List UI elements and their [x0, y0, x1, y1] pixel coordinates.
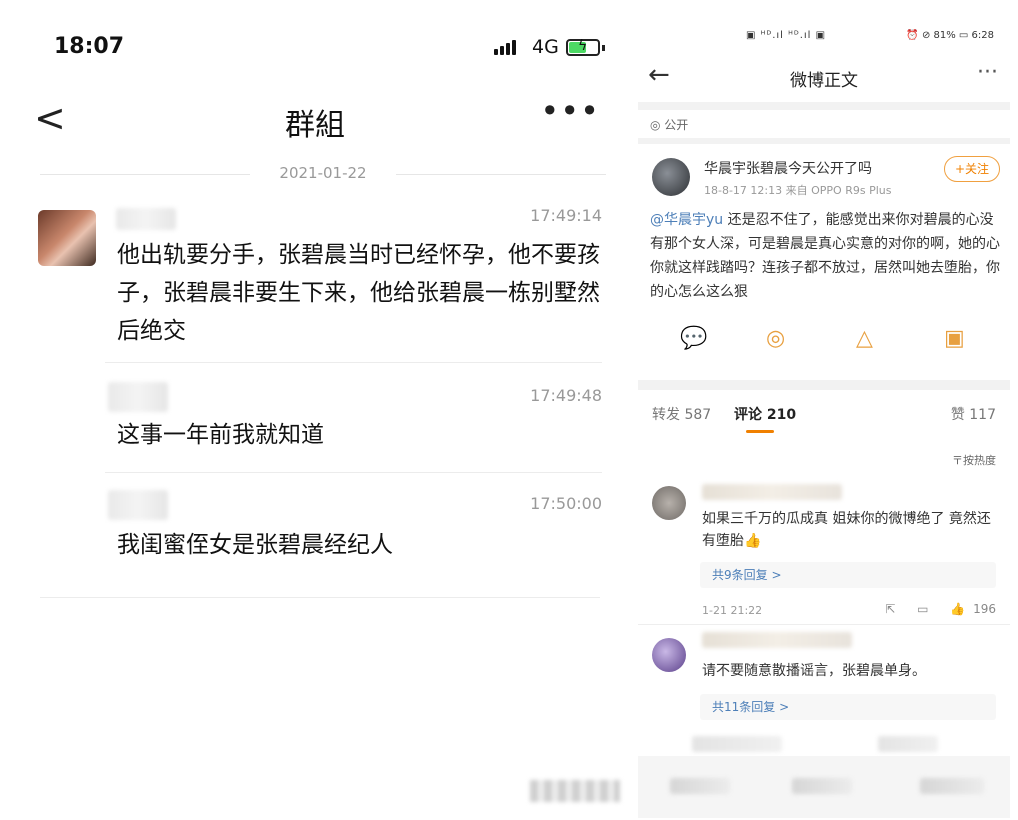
status-bar: ▣ ᴴᴰ.ıl ᴴᴰ.ıl ▣ ⏰ ⊘ 81% ▭ 6:28 — [638, 18, 1010, 54]
blurred-content — [878, 736, 938, 752]
blurred-content — [692, 736, 782, 752]
weibo-nav-bar: ← 微博正文 ··· — [638, 58, 1010, 100]
message-text: 我闺蜜侄女是张碧晨经纪人 — [117, 532, 393, 558]
battery-tip — [602, 45, 605, 51]
blurred-action — [670, 778, 730, 794]
page-title: 微博正文 — [790, 71, 858, 91]
reply-icon[interactable]: ▭ — [917, 602, 928, 616]
globe-icon: ◎ — [650, 118, 665, 132]
follow-button[interactable]: +关注 — [944, 156, 1000, 182]
sort-by-hot[interactable]: 〒按热度 — [952, 452, 996, 468]
poster-avatar[interactable] — [652, 158, 690, 196]
chat-title: 群組 — [285, 108, 345, 143]
more-icon[interactable]: ··· — [977, 60, 998, 85]
date-divider: 2021-01-22 — [40, 164, 606, 186]
blurred-action — [792, 778, 852, 794]
status-icons-left: ▣ ᴴᴰ.ıl ᴴᴰ.ıl ▣ — [746, 30, 827, 41]
chat-screenshot: 18:07 4G ϟ < 群組 ••• 2021-01-22 17:49:14 … — [0, 0, 630, 820]
commenter-avatar[interactable] — [652, 486, 686, 520]
share-icon[interactable]: ⇱ — [885, 602, 895, 616]
sender-avatar-blurred — [108, 490, 168, 520]
visibility-label: ◎ 公开 — [650, 116, 688, 133]
status-icons-right: ⏰ ⊘ 81% ▭ 6:28 — [906, 30, 994, 41]
save-image-icon[interactable]: ▣ — [944, 326, 965, 351]
visibility-text: 公开 — [664, 118, 689, 132]
tab-comments[interactable]: 评论 210 — [734, 404, 796, 424]
status-time: 18:07 — [54, 34, 125, 59]
tab-repost[interactable]: 转发 587 — [652, 404, 711, 424]
active-tab-indicator — [746, 430, 774, 433]
date-label: 2021-01-22 — [279, 164, 367, 182]
battery-icon: ϟ — [566, 38, 600, 56]
like-icon[interactable]: 👍 — [950, 602, 965, 616]
wechat-icon[interactable]: 💬 — [680, 326, 707, 351]
comment-divider — [638, 624, 1010, 625]
comment-text: 请不要随意散播谣言，张碧晨单身。 — [702, 663, 926, 679]
poster-username[interactable]: 华晨宇张碧晨今天公开了吗 — [704, 158, 872, 178]
message-separator — [105, 362, 602, 363]
comment-actions: ⇱ ▭ 👍 196 — [867, 602, 996, 616]
qq-icon[interactable]: △ — [856, 326, 873, 351]
message-separator — [105, 472, 602, 473]
watermark-blurred — [530, 780, 620, 802]
commenter-name-blurred — [702, 632, 852, 648]
mention-link[interactable]: @华晨宇yu — [650, 212, 723, 228]
section-gap — [638, 380, 1010, 390]
network-type: 4G — [532, 36, 559, 58]
post-body: @华晨宇yu 还是忍不住了，能感觉出来你对碧晨的心没有那个女人深，可是碧晨是真心… — [650, 208, 1002, 304]
message-text: 这事一年前我就知道 — [117, 422, 324, 448]
sender-name-blurred — [116, 208, 176, 230]
view-replies-link[interactable]: 共9条回复 > — [700, 562, 996, 588]
commenter-avatar[interactable] — [652, 638, 686, 672]
view-replies-link[interactable]: 共11条回复 > — [700, 694, 996, 720]
message-text: 他出轨要分手，张碧晨当时已经怀孕，他不要孩子，张碧晨非要生下来，他给张碧晨一栋别… — [117, 242, 600, 344]
interaction-tabs: 转发 587 评论 210 赞 117 — [638, 404, 1010, 434]
section-gap — [638, 138, 1010, 144]
section-gap — [638, 102, 1010, 110]
like-count: 196 — [973, 602, 996, 616]
comment-text: 如果三千万的瓜成真 姐妹你的微博绝了 竟然还有堕胎👍 — [702, 511, 991, 549]
avatar[interactable] — [38, 210, 96, 266]
share-bar: 💬 ◎ △ ▣ — [638, 326, 1010, 356]
moments-icon[interactable]: ◎ — [766, 326, 785, 351]
list-bottom-divider — [40, 597, 600, 598]
message-time: 17:49:14 — [530, 206, 602, 225]
sender-avatar-blurred — [108, 382, 168, 412]
blurred-action — [920, 778, 984, 794]
comment-date: 1-21 21:22 — [702, 604, 763, 617]
chat-nav-bar: < 群組 ••• — [0, 92, 630, 143]
message-time: 17:50:00 — [530, 494, 602, 513]
commenter-name-blurred — [702, 484, 842, 500]
post-meta: 18-8-17 12:13 来自 OPPO R9s Plus — [704, 184, 892, 197]
status-bar: 18:07 4G ϟ — [54, 34, 605, 64]
signal-icon — [494, 40, 516, 55]
more-icon[interactable]: ••• — [540, 92, 600, 130]
weibo-screenshot: ▣ ᴴᴰ.ıl ᴴᴰ.ıl ▣ ⏰ ⊘ 81% ▭ 6:28 ← 微博正文 ··… — [638, 18, 1010, 818]
message-time: 17:49:48 — [530, 386, 602, 405]
tab-likes[interactable]: 赞 117 — [951, 404, 996, 424]
